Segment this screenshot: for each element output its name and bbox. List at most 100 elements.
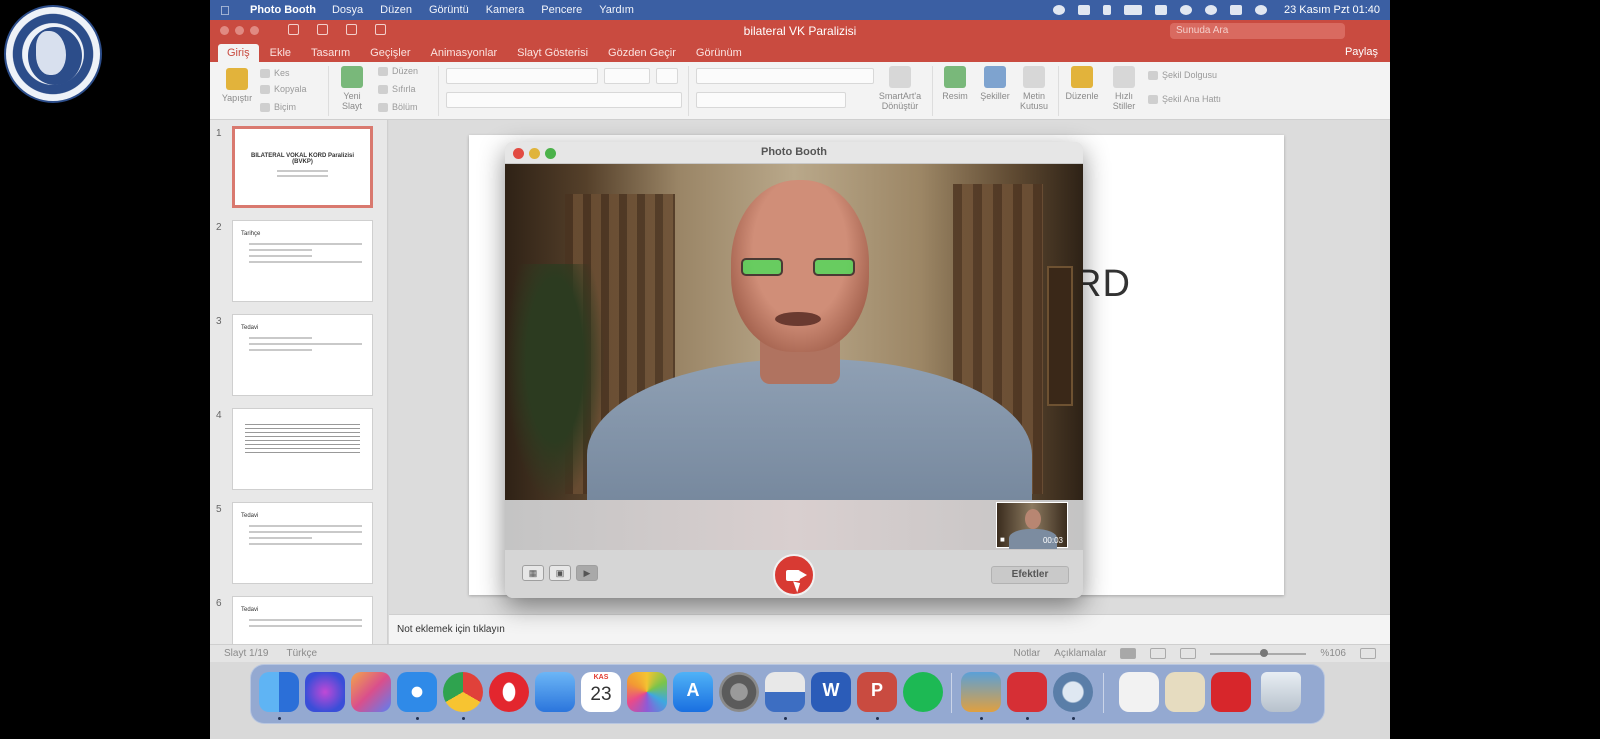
- paste-button[interactable]: Yapıştır: [216, 68, 258, 103]
- wifi-icon[interactable]: [1155, 5, 1167, 15]
- menubar-item-window[interactable]: Pencere: [541, 4, 582, 16]
- menubar-item-view[interactable]: Görüntü: [429, 4, 469, 16]
- close-window-icon[interactable]: [513, 148, 524, 159]
- opera-icon[interactable]: [489, 672, 529, 712]
- photo-booth-titlebar[interactable]: Photo Booth: [505, 142, 1083, 164]
- mail-icon[interactable]: [535, 672, 575, 712]
- shapes-button[interactable]: Şekiller: [976, 66, 1014, 101]
- document-stack-icon[interactable]: [1119, 672, 1159, 712]
- fit-to-window-icon[interactable]: [1360, 648, 1376, 659]
- format-painter-button[interactable]: Biçim: [260, 102, 296, 112]
- acrobat-icon[interactable]: [1211, 672, 1251, 712]
- slide-sorter-icon[interactable]: [1150, 648, 1167, 659]
- thumbnail-row[interactable]: 1 BILATERAL VOKAL KORD Paralizisi (BVKP): [210, 126, 387, 210]
- siri-icon[interactable]: [1255, 5, 1267, 15]
- safari-icon[interactable]: [397, 672, 437, 712]
- comments-toggle[interactable]: Açıklamalar: [1054, 648, 1106, 659]
- notes-toggle[interactable]: Notlar: [1013, 648, 1040, 659]
- launchpad-icon[interactable]: [351, 672, 391, 712]
- notes-pane[interactable]: Not eklemek için tıklayın: [389, 614, 1390, 644]
- zoom-level[interactable]: %106: [1320, 648, 1346, 659]
- powerpoint-icon[interactable]: P: [857, 672, 897, 712]
- slide-thumbnail[interactable]: Tedavi: [232, 596, 373, 644]
- arrange-button[interactable]: Düzenle: [1062, 66, 1102, 101]
- menubar-clock[interactable]: 23 Kasım Pzt 01:40: [1284, 4, 1380, 16]
- battery-icon[interactable]: [1124, 5, 1142, 15]
- photos-icon[interactable]: [627, 672, 667, 712]
- section-button[interactable]: Bölüm: [378, 102, 418, 112]
- reset-button[interactable]: Sıfırla: [378, 84, 416, 94]
- photo-booth-window[interactable]: Photo Booth ■ 00:03 ▦ ▣ ▶ Efektler: [505, 142, 1083, 598]
- tab-view[interactable]: Görünüm: [687, 44, 751, 62]
- slide-thumbnail[interactable]: Tedavi: [232, 502, 373, 584]
- share-button[interactable]: Paylaş: [1333, 43, 1390, 62]
- clear-format-button[interactable]: [656, 68, 678, 84]
- reading-view-icon[interactable]: [1180, 648, 1197, 659]
- slide-thumbnail[interactable]: BILATERAL VOKAL KORD Paralizisi (BVKP): [232, 126, 373, 208]
- zoom-window-icon[interactable]: [545, 148, 556, 159]
- spotify-icon[interactable]: [903, 672, 943, 712]
- thumbnail-row[interactable]: 4: [210, 408, 387, 492]
- cut-button[interactable]: Kes: [260, 68, 290, 78]
- picture-button[interactable]: Resim: [938, 66, 972, 101]
- record-status-icon[interactable]: [1053, 5, 1065, 15]
- spotlight-search-icon[interactable]: [1205, 5, 1217, 15]
- tab-review[interactable]: Gözden Geçir: [599, 44, 685, 62]
- tab-transitions[interactable]: Geçişler: [361, 44, 419, 62]
- menubar-item-help[interactable]: Yardım: [599, 4, 634, 16]
- clock-icon[interactable]: [1180, 5, 1192, 15]
- tab-home[interactable]: Giriş: [218, 44, 259, 62]
- record-video-button[interactable]: [773, 554, 815, 596]
- new-slide-button[interactable]: Yeni Slayt: [334, 66, 370, 111]
- recorded-clip-thumbnail[interactable]: ■ 00:03: [996, 502, 1068, 549]
- zoom-slider[interactable]: [1210, 648, 1307, 657]
- shape-fill-button[interactable]: Şekil Dolgusu: [1148, 70, 1217, 80]
- app-store-icon[interactable]: A: [673, 672, 713, 712]
- shape-outline-button[interactable]: Şekil Ana Hattı: [1148, 94, 1221, 104]
- slide-thumbnail[interactable]: Tedavi: [232, 314, 373, 396]
- quicktime-icon[interactable]: [1053, 672, 1093, 712]
- minimize-window-icon[interactable]: [529, 148, 540, 159]
- normal-view-icon[interactable]: [1120, 648, 1137, 659]
- finder-icon[interactable]: [259, 672, 299, 712]
- menubar-item-camera[interactable]: Kamera: [486, 4, 525, 16]
- thumbnail-row[interactable]: 3 Tedavi: [210, 314, 387, 398]
- preview-icon[interactable]: [765, 672, 805, 712]
- effects-button[interactable]: Efektler: [991, 566, 1069, 584]
- control-center-icon[interactable]: [1230, 5, 1242, 15]
- chrome-icon[interactable]: [443, 672, 483, 712]
- bluetooth-icon[interactable]: [1103, 5, 1111, 15]
- thumbnail-row[interactable]: 6 Tedavi: [210, 596, 387, 644]
- slide-thumbnail[interactable]: Tarihçe: [232, 220, 373, 302]
- slide-thumbnail-panel[interactable]: 1 BILATERAL VOKAL KORD Paralizisi (BVKP)…: [210, 120, 388, 644]
- font-style-buttons[interactable]: [446, 92, 682, 108]
- menubar-app-name[interactable]: Photo Booth: [250, 4, 316, 16]
- language-indicator[interactable]: Türkçe: [286, 648, 317, 659]
- tab-insert[interactable]: Ekle: [261, 44, 300, 62]
- single-photo-mode-icon[interactable]: ▣: [549, 565, 571, 581]
- apple-menu-icon[interactable]: : [220, 3, 234, 18]
- layout-button[interactable]: Düzen: [378, 66, 418, 76]
- thumbnail-row[interactable]: 2 Tarihçe: [210, 220, 387, 304]
- tab-animations[interactable]: Animasyonlar: [421, 44, 506, 62]
- ribbon-search-input[interactable]: Sunuda Ara: [1170, 23, 1345, 39]
- volume-icon[interactable]: [1078, 5, 1090, 15]
- slide-thumbnail[interactable]: [232, 408, 373, 490]
- photo-booth-recent-icon[interactable]: [1007, 672, 1047, 712]
- thumbnail-row[interactable]: 5 Tedavi: [210, 502, 387, 586]
- alignment-buttons[interactable]: [696, 92, 846, 108]
- tab-design[interactable]: Tasarım: [302, 44, 359, 62]
- four-photos-mode-icon[interactable]: ▦: [522, 565, 544, 581]
- copy-button[interactable]: Kopyala: [260, 84, 307, 94]
- downloads-stack-icon[interactable]: [1165, 672, 1205, 712]
- menubar-item-edit[interactable]: Düzen: [380, 4, 412, 16]
- quick-styles-button[interactable]: Hızlı Stiller: [1106, 66, 1142, 111]
- menubar-item-file[interactable]: Dosya: [332, 4, 363, 16]
- word-icon[interactable]: W: [811, 672, 851, 712]
- trash-icon[interactable]: [1261, 672, 1301, 712]
- system-preferences-icon[interactable]: [719, 672, 759, 712]
- textbox-button[interactable]: Metin Kutusu: [1016, 66, 1052, 111]
- video-mode-icon[interactable]: ▶: [576, 565, 598, 581]
- photo-booth-icon[interactable]: [961, 672, 1001, 712]
- convert-to-smartart-button[interactable]: SmartArt'a Dönüştür: [874, 66, 926, 111]
